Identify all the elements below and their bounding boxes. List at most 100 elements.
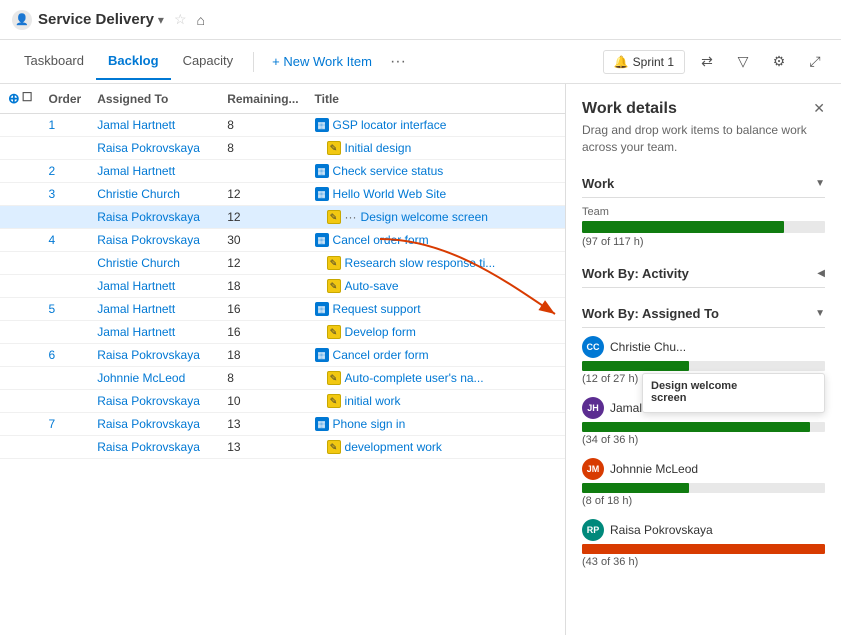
work-item-link[interactable]: Research slow response ti... bbox=[345, 256, 496, 270]
filter-button[interactable]: ▽ bbox=[729, 48, 757, 76]
work-item-link[interactable]: Phone sign in bbox=[333, 417, 406, 431]
tab-taskboard[interactable]: Taskboard bbox=[12, 43, 96, 80]
person-stat-3: (43 of 36 h) bbox=[582, 556, 825, 568]
table-row: 1 Jamal Hartnett 8 ▦ GSP locator interfa… bbox=[0, 114, 565, 137]
gear-button[interactable]: ⚙ bbox=[765, 48, 793, 76]
cell-assigned[interactable]: Johnnie McLeod bbox=[89, 367, 219, 390]
more-options-button[interactable]: ··· bbox=[382, 49, 414, 75]
cell-assigned[interactable]: Christie Church bbox=[89, 252, 219, 275]
table-row: Raisa Pokrovskaya 8 ✎ Initial design bbox=[0, 137, 565, 160]
cell-num bbox=[41, 390, 90, 413]
person-bar-fill-1 bbox=[582, 422, 810, 432]
work-item-link[interactable]: Check service status bbox=[333, 164, 444, 178]
cell-title: ✎ Develop form bbox=[307, 321, 565, 344]
fullscreen-button[interactable]: ⤢ bbox=[801, 48, 829, 76]
row-ellipsis-button[interactable]: ··· bbox=[345, 210, 357, 224]
cell-title: ✎ initial work bbox=[307, 390, 565, 413]
team-bar-fill bbox=[582, 221, 784, 233]
cell-num bbox=[41, 137, 90, 160]
cell-assigned[interactable]: Raisa Pokrovskaya bbox=[89, 137, 219, 160]
cell-title: ✎ Auto-complete user's na... bbox=[307, 367, 565, 390]
work-item-link[interactable]: development work bbox=[345, 440, 442, 454]
member-icon[interactable]: ⌂ bbox=[197, 12, 205, 28]
cell-remaining: 18 bbox=[219, 344, 306, 367]
work-item-link[interactable]: Cancel order form bbox=[333, 233, 429, 247]
cell-assigned[interactable]: Raisa Pokrovskaya bbox=[89, 436, 219, 459]
favorite-icon[interactable]: ☆ bbox=[174, 11, 187, 28]
assigned-to-section: Work By: Assigned To ▼ CC Christie Chu..… bbox=[582, 300, 825, 568]
person-avatar-0: CC bbox=[582, 336, 604, 358]
assigned-to-section-header[interactable]: Work By: Assigned To ▼ bbox=[582, 300, 825, 328]
cell-assigned[interactable]: Christie Church bbox=[89, 183, 219, 206]
panel-close-button[interactable]: ✕ bbox=[813, 100, 825, 117]
cell-order bbox=[0, 321, 41, 344]
work-item-link[interactable]: Hello World Web Site bbox=[333, 187, 447, 201]
cell-order bbox=[0, 252, 41, 275]
cell-assigned[interactable]: Jamal Hartnett bbox=[89, 275, 219, 298]
person-header-3: RP Raisa Pokrovskaya bbox=[582, 519, 825, 541]
cell-num: 7 bbox=[41, 413, 90, 436]
work-item-link[interactable]: Initial design bbox=[345, 141, 412, 155]
table-row: Johnnie McLeod 8 ✎ Auto-complete user's … bbox=[0, 367, 565, 390]
panel-title: Work details bbox=[582, 100, 677, 118]
right-panel: Work details ✕ Drag and drop work items … bbox=[566, 84, 841, 635]
cell-num: 2 bbox=[41, 160, 90, 183]
cell-order bbox=[0, 183, 41, 206]
nav-right: 🔔 Sprint 1 ⇄ ▽ ⚙ ⤢ bbox=[603, 48, 829, 76]
work-item-link[interactable]: initial work bbox=[345, 394, 401, 408]
work-section-header[interactable]: Work ▼ bbox=[582, 170, 825, 198]
work-item-link[interactable]: Auto-save bbox=[345, 279, 399, 293]
table-row: Jamal Hartnett 18 ✎ Auto-save bbox=[0, 275, 565, 298]
person-bar-container-3 bbox=[582, 544, 825, 554]
cell-remaining: 13 bbox=[219, 436, 306, 459]
settings-sliders-button[interactable]: ⇄ bbox=[693, 48, 721, 76]
person-avatar-2: JM bbox=[582, 458, 604, 480]
work-item-link[interactable]: Design welcome screen bbox=[361, 210, 488, 224]
activity-section: Work By: Activity ◀ bbox=[582, 260, 825, 288]
dropdown-arrow-icon[interactable]: ▾ bbox=[158, 13, 164, 27]
activity-section-arrow: ◀ bbox=[817, 268, 825, 279]
th-add: ⊕ ☐ bbox=[0, 84, 41, 114]
team-bar-container bbox=[582, 221, 825, 233]
person-bar-fill-3 bbox=[582, 544, 825, 554]
cell-order bbox=[0, 298, 41, 321]
nav-divider bbox=[253, 52, 254, 72]
cell-assigned[interactable]: Jamal Hartnett bbox=[89, 321, 219, 344]
cell-title: ▦ GSP locator interface bbox=[307, 114, 565, 137]
team-stat: (97 of 117 h) bbox=[582, 236, 825, 248]
cell-num: 5 bbox=[41, 298, 90, 321]
cell-title: ✎ Auto-save bbox=[307, 275, 565, 298]
cell-assigned[interactable]: Jamal Hartnett bbox=[89, 114, 219, 137]
table-row: Raisa Pokrovskaya 10 ✎ initial work bbox=[0, 390, 565, 413]
work-item-link[interactable]: Auto-complete user's na... bbox=[345, 371, 484, 385]
activity-section-header[interactable]: Work By: Activity ◀ bbox=[582, 260, 825, 288]
add-row-icon[interactable]: ⊕ bbox=[8, 90, 20, 107]
new-work-item-button[interactable]: + New Work Item bbox=[262, 49, 382, 74]
cell-title: ▦ Request support bbox=[307, 298, 565, 321]
cell-title: ▦ Check service status bbox=[307, 160, 565, 183]
backlog-area: ⊕ ☐ Order Assigned To Remaining... Title… bbox=[0, 84, 566, 635]
cell-assigned[interactable]: Jamal Hartnett bbox=[89, 298, 219, 321]
cell-assigned[interactable]: Raisa Pokrovskaya bbox=[89, 390, 219, 413]
assigned-to-section-arrow: ▼ bbox=[815, 308, 825, 319]
cell-assigned[interactable]: Raisa Pokrovskaya bbox=[89, 206, 219, 229]
person-bar-container-2 bbox=[582, 483, 825, 493]
work-item-link[interactable]: Request support bbox=[333, 302, 421, 316]
sprint-selector[interactable]: 🔔 Sprint 1 bbox=[603, 50, 685, 74]
cell-assigned[interactable]: Jamal Hartnett bbox=[89, 160, 219, 183]
table-row: 2 Jamal Hartnett ▦ Check service status bbox=[0, 160, 565, 183]
cell-assigned[interactable]: Raisa Pokrovskaya bbox=[89, 413, 219, 436]
person-name-2: Johnnie McLeod bbox=[610, 462, 698, 476]
work-item-link[interactable]: Cancel order form bbox=[333, 348, 429, 362]
cell-num bbox=[41, 252, 90, 275]
work-item-link[interactable]: GSP locator interface bbox=[333, 118, 447, 132]
cell-assigned[interactable]: Raisa Pokrovskaya bbox=[89, 344, 219, 367]
cell-assigned[interactable]: Raisa Pokrovskaya bbox=[89, 229, 219, 252]
tab-backlog[interactable]: Backlog bbox=[96, 43, 171, 80]
cell-num bbox=[41, 367, 90, 390]
work-item-link[interactable]: Develop form bbox=[345, 325, 416, 339]
checkbox-icon[interactable]: ☐ bbox=[22, 90, 33, 107]
tab-capacity[interactable]: Capacity bbox=[171, 43, 246, 80]
cell-remaining: 30 bbox=[219, 229, 306, 252]
table-row: Raisa Pokrovskaya 12 ✎ ··· Design welcom… bbox=[0, 206, 565, 229]
